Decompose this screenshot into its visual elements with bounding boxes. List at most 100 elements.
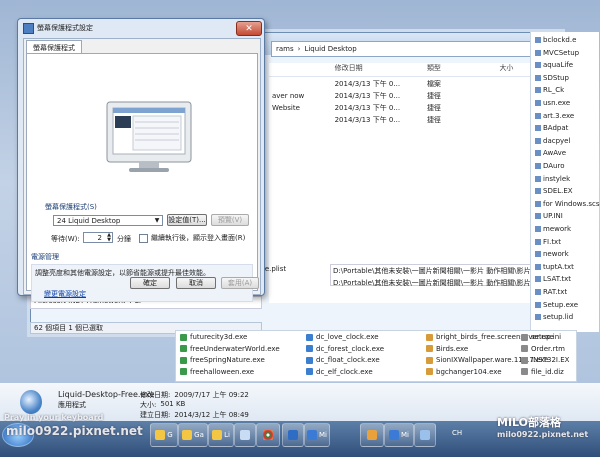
file-item[interactable]: bgchanger104.exe [426, 368, 502, 376]
wait-stepper[interactable]: 2 ▲ ▼ [83, 232, 113, 243]
file-item[interactable]: dc_elf_clock.exe [306, 368, 373, 376]
file-icon [306, 368, 313, 375]
resume-checkbox-label: 繼續執行後，顯示登入畫面(R) [151, 234, 246, 242]
screensaver-select-value: 24 Liquid Desktop [57, 216, 121, 225]
list-item[interactable]: setup.lid [535, 313, 573, 321]
list-item[interactable]: LSAT.txt [535, 275, 571, 283]
list-item[interactable]: instylek [535, 175, 570, 183]
list-item-label: aquaLife [543, 61, 574, 70]
chevron-right-icon: › [297, 45, 301, 53]
taskbar-item[interactable]: Ga [178, 423, 208, 447]
list-item[interactable]: nework [535, 250, 569, 258]
list-item[interactable]: for Windows.scs [535, 200, 599, 208]
path-line[interactable]: D:\Portable\其他未安裝\一圖片新聞相關\一影片 動作相關\影片工具 [331, 277, 531, 289]
taskbar-item[interactable] [282, 423, 304, 447]
file-item[interactable]: dc_float_clock.exe [306, 356, 380, 364]
app-icon [389, 430, 399, 440]
taskbar-item[interactable] [234, 423, 256, 447]
list-item[interactable]: MVCSetup [535, 49, 579, 57]
file-item[interactable]: freeUnderwaterWorld.exe [180, 345, 280, 353]
list-item[interactable]: FI.txt [535, 238, 561, 246]
resume-checkbox[interactable]: 繼續執行後，顯示登入畫面(R) [139, 233, 245, 243]
list-item-label: BAdpat [543, 124, 569, 133]
list-item[interactable]: AwAve [535, 149, 566, 157]
dialog-titlebar[interactable]: 螢幕保護程式設定 [18, 19, 264, 37]
power-settings-link[interactable]: 變更電源設定 [44, 289, 86, 299]
column-name[interactable] [269, 63, 332, 76]
file-item[interactable]: INST32I.EX [521, 356, 569, 364]
list-item-label: art.3.exe [543, 111, 575, 120]
tab-screensaver[interactable]: 螢幕保護程式 [26, 40, 82, 54]
size-label: 大小: [140, 401, 157, 409]
list-item-label: AwAve [543, 149, 567, 158]
file-icon [535, 200, 541, 207]
list-item[interactable]: DAuro [535, 162, 565, 170]
file-icon [535, 100, 541, 106]
file-item[interactable]: freeSpringNature.exe [180, 356, 265, 364]
list-item[interactable]: RAT.txt [535, 288, 567, 296]
taskbar-item[interactable]: Mi [304, 423, 330, 447]
taskbar-item[interactable] [414, 423, 436, 447]
breadcrumb-current[interactable]: Liquid Desktop [304, 45, 356, 53]
checkbox[interactable] [139, 233, 148, 243]
apply-button[interactable]: 套用(A) [221, 277, 259, 289]
file-item[interactable]: futurecity3d.exe [180, 333, 247, 341]
list-item-label: MVCSetup [543, 48, 580, 57]
list-item[interactable]: bclockd.e [535, 36, 576, 44]
file-item[interactable]: dc_love_clock.exe [306, 333, 379, 341]
list-item[interactable]: aquaLife [535, 61, 573, 69]
list-item[interactable]: BAdpat [535, 124, 568, 132]
list-item[interactable]: Setup.exe [535, 301, 578, 309]
list-item[interactable]: SDStup [535, 74, 569, 82]
ok-button[interactable]: 確定 [130, 277, 170, 289]
file-item[interactable]: file_id.diz [521, 368, 564, 376]
breadcrumb[interactable]: rams › Liquid Desktop [271, 41, 537, 57]
language-indicator[interactable]: CH [452, 429, 462, 437]
close-button[interactable]: ✕ [236, 21, 262, 36]
stepper-arrows-icon[interactable]: ▲ ▼ [107, 233, 111, 243]
taskbar-item[interactable]: Mi [384, 423, 414, 447]
file-name: INST32I.EX [531, 356, 570, 364]
cancel-button[interactable]: 取消 [176, 277, 216, 289]
preview-button[interactable]: 預覽(V) [211, 214, 249, 226]
screensaver-select[interactable]: 24 Liquid Desktop ▼ [53, 215, 163, 226]
taskbar-item[interactable]: Li [208, 423, 234, 447]
power-group-label: 電源管理 [31, 253, 59, 261]
taskbar-item[interactable] [256, 423, 280, 447]
settings-button[interactable]: 設定值(T)... [167, 214, 207, 226]
column-type[interactable]: 類型 [424, 63, 497, 76]
file-name: freeSpringNature.exe [190, 356, 265, 364]
file-icon [521, 356, 528, 364]
list-item-label: Setup.exe [543, 300, 579, 309]
file-icon [306, 333, 313, 341]
table-row[interactable]: 2014/3/13 下午 0... 檔案 1 KB [269, 78, 559, 89]
file-item[interactable]: Order.rtm [521, 345, 565, 353]
list-item-label: UP.INI [543, 212, 563, 221]
table-row[interactable]: Website 2014/3/13 下午 0... 捷徑 2 KB [269, 102, 559, 113]
row-type: 捷徑 [426, 115, 441, 124]
list-item[interactable]: tuptA.txt [535, 263, 574, 271]
file-item[interactable]: Birds.exe [426, 345, 468, 353]
table-row[interactable]: aver now 2014/3/13 下午 0... 捷徑 2 KB [269, 90, 559, 101]
taskbar-item[interactable]: G [150, 423, 178, 447]
file-icon [535, 314, 541, 321]
file-icon [521, 368, 528, 375]
list-item[interactable]: mework [535, 225, 571, 233]
list-item[interactable]: SDEL.EX [535, 187, 573, 195]
table-row[interactable]: 2014/3/13 下午 0... 捷徑 2 KB [269, 114, 559, 125]
path-line[interactable]: D:\Portable\其他未安裝\一圖片新聞相關\一影片 動作相關\影片工具 [331, 265, 531, 277]
list-item[interactable]: dacpyel [535, 137, 570, 145]
file-item[interactable]: setup.ini [521, 333, 561, 341]
list-item[interactable]: art.3.exe [535, 112, 574, 120]
breadcrumb-parent[interactable]: rams [276, 45, 294, 53]
file-icon [535, 37, 541, 43]
file-item[interactable]: freehalloween.exe [180, 368, 254, 376]
list-item[interactable]: usn.exe [535, 99, 570, 107]
file-item[interactable]: dc_forest_clock.exe [306, 345, 384, 353]
list-item[interactable]: UP.INI [535, 212, 563, 220]
file-icon [535, 263, 541, 270]
taskbar-item[interactable] [360, 423, 384, 447]
list-item[interactable]: RL_Ck [535, 86, 564, 94]
column-modified[interactable]: 修改日期 [332, 63, 424, 76]
list-item-label: SDStup [543, 73, 569, 82]
